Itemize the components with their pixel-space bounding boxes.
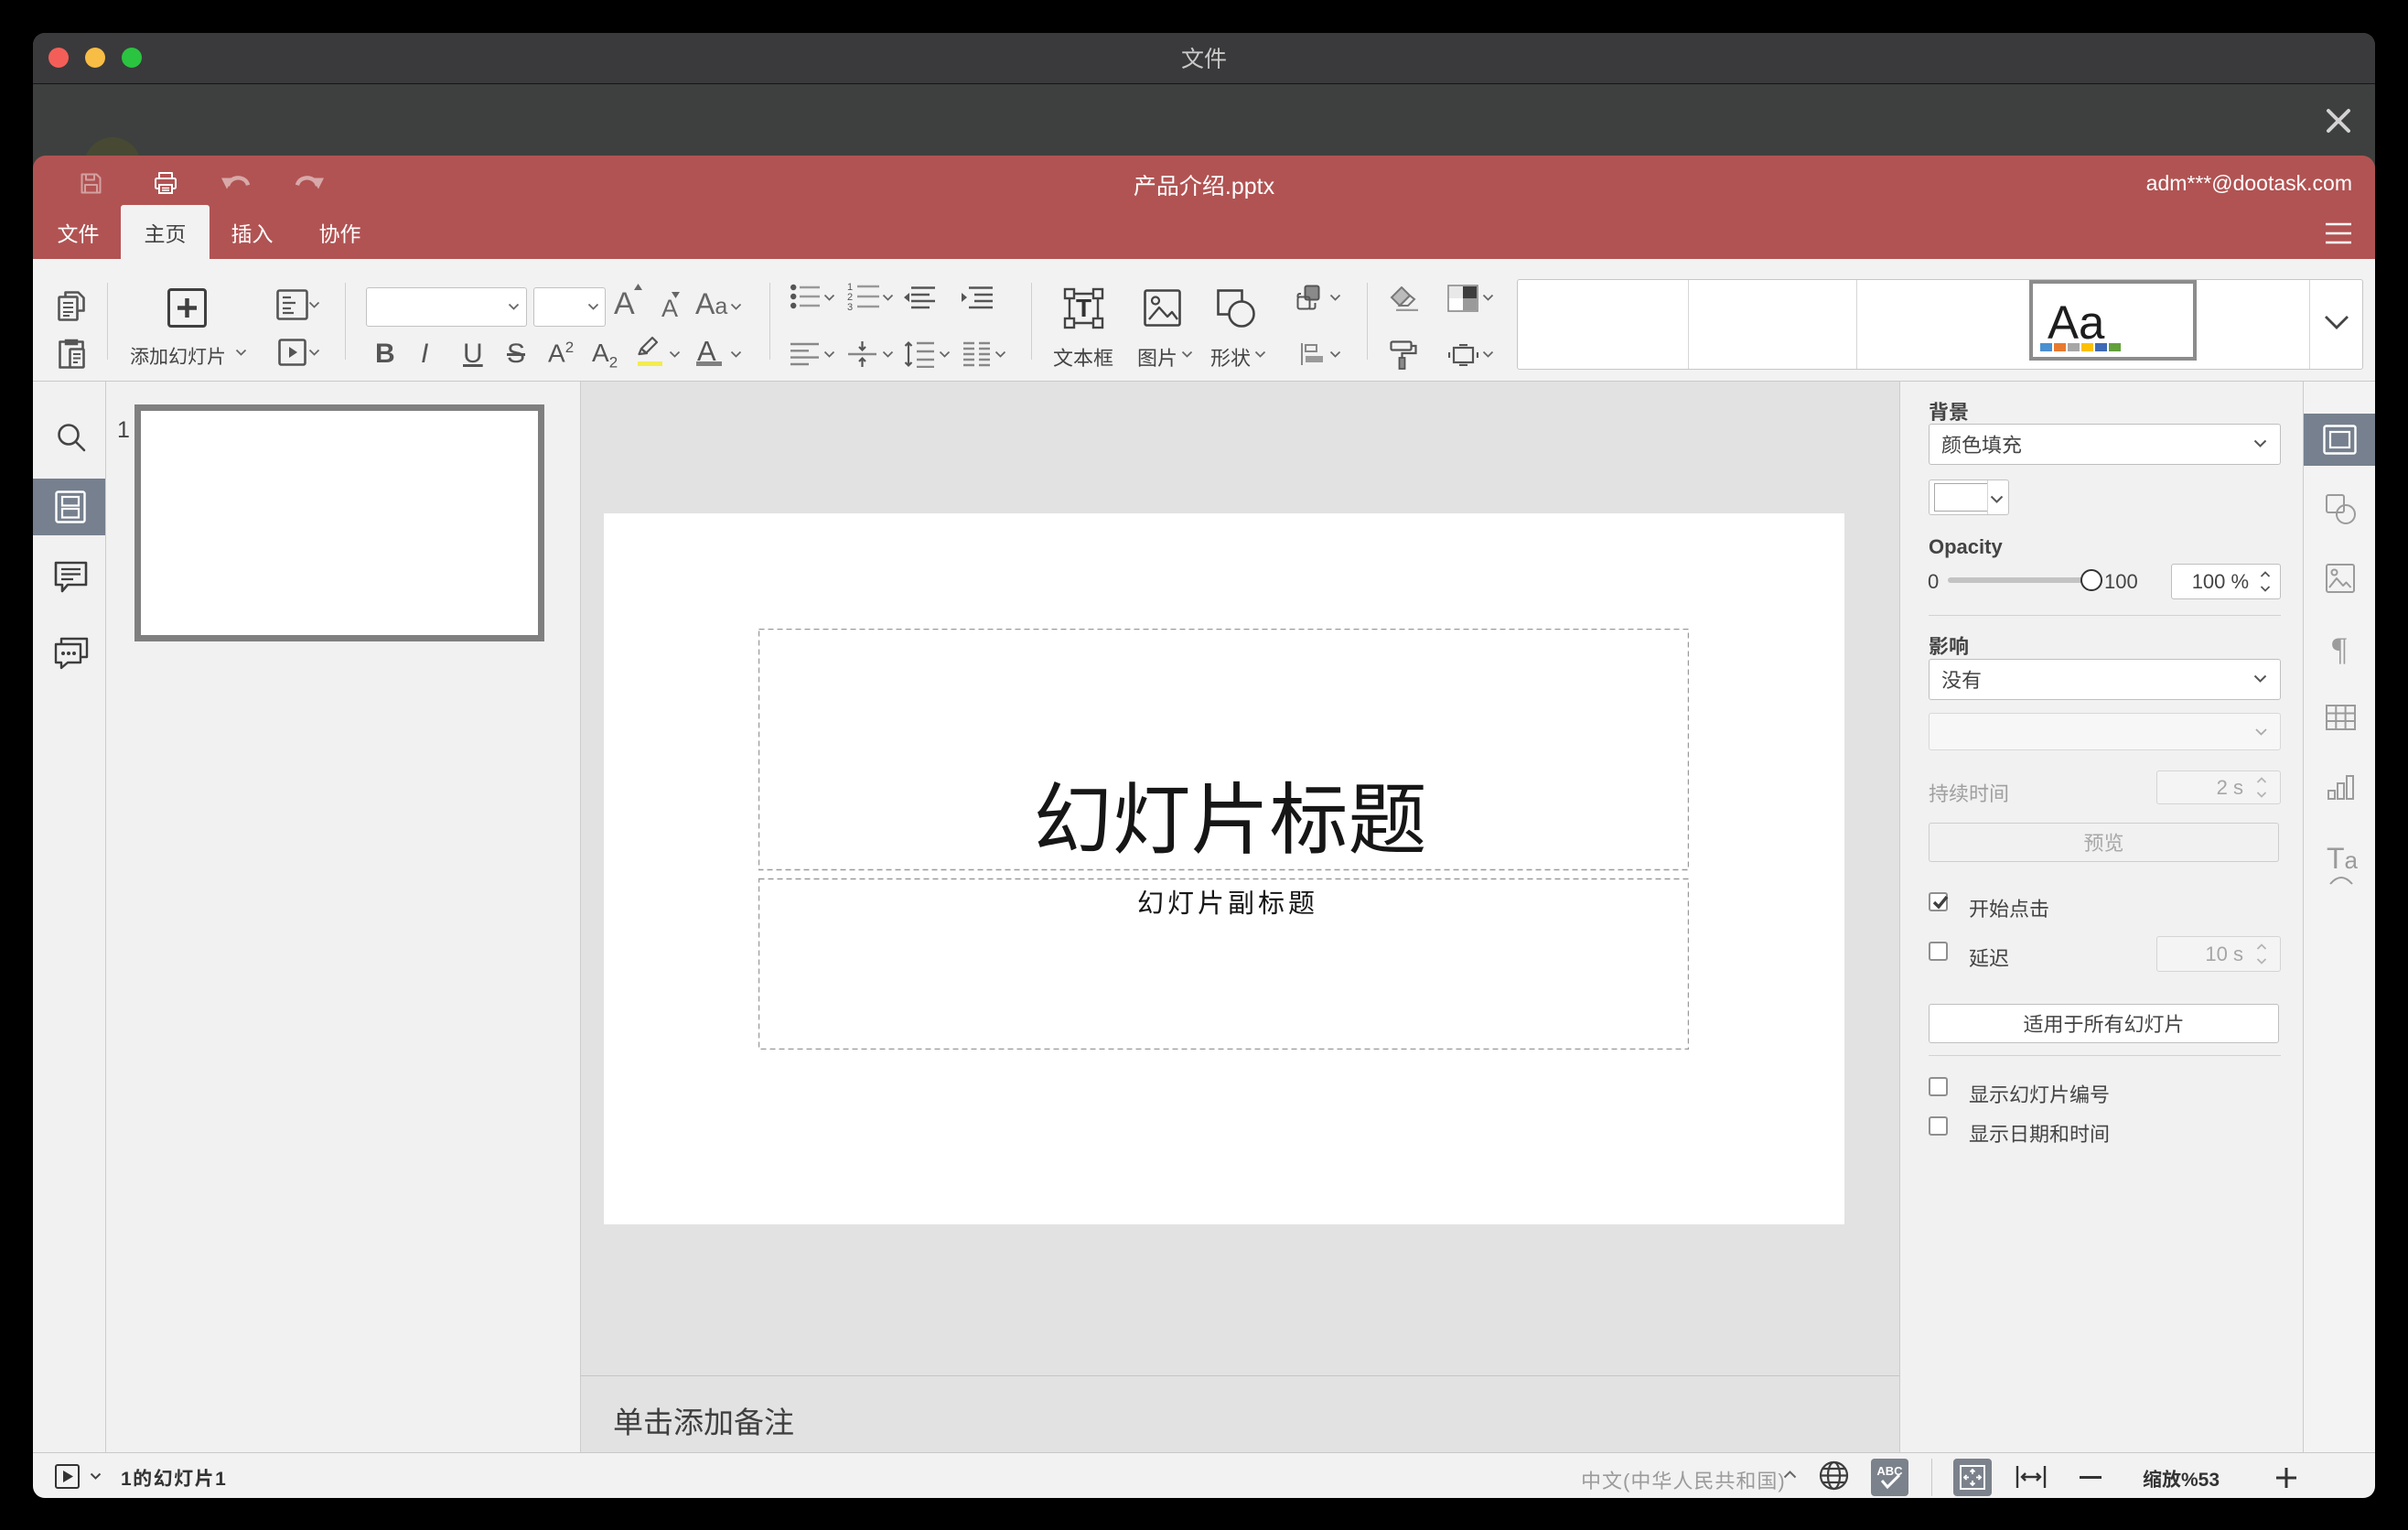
svg-text:T: T xyxy=(1076,294,1091,322)
svg-text:3: 3 xyxy=(847,302,853,312)
